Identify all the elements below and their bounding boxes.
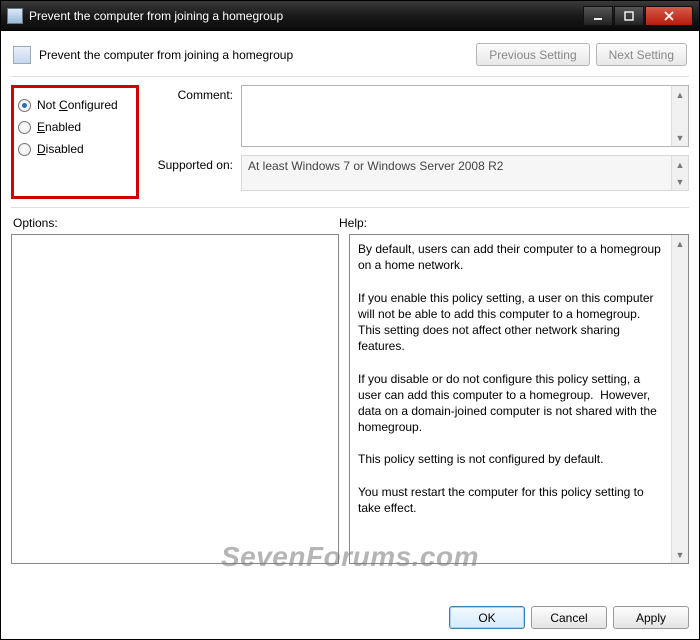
- maximize-button[interactable]: [614, 6, 644, 26]
- next-setting-button[interactable]: Next Setting: [596, 43, 687, 66]
- radio-not-configured-label: Not Configured: [37, 98, 118, 112]
- window-controls: [582, 6, 693, 26]
- scroll-up-icon: ▲: [672, 86, 688, 103]
- previous-setting-label: Previous Setting: [489, 48, 576, 62]
- scroll-down-icon: ▼: [672, 129, 688, 146]
- radio-icon: [18, 121, 31, 134]
- radio-not-configured[interactable]: Not Configured: [18, 94, 128, 116]
- supported-field: At least Windows 7 or Windows Server 200…: [241, 155, 689, 191]
- previous-setting-button[interactable]: Previous Setting: [476, 43, 589, 66]
- help-label: Help:: [339, 216, 367, 230]
- supported-value: At least Windows 7 or Windows Server 200…: [242, 156, 671, 190]
- scrollbar[interactable]: ▲ ▼: [671, 235, 688, 563]
- radio-disabled-label: Disabled: [37, 142, 84, 156]
- dialog-footer: OK Cancel Apply: [11, 596, 689, 629]
- policy-icon: [13, 46, 31, 64]
- next-setting-label: Next Setting: [609, 48, 674, 62]
- scrollbar[interactable]: ▲ ▼: [671, 156, 688, 190]
- apply-label: Apply: [636, 611, 666, 625]
- state-radio-group: Not Configured Enabled Disabled: [11, 85, 139, 199]
- minimize-button[interactable]: [583, 6, 613, 26]
- titlebar: Prevent the computer from joining a home…: [1, 1, 699, 31]
- scroll-down-icon: ▼: [672, 546, 688, 563]
- scroll-up-icon: ▲: [672, 235, 688, 252]
- scroll-down-icon: ▼: [672, 173, 688, 190]
- ok-button[interactable]: OK: [449, 606, 525, 629]
- help-panel: By default, users can add their computer…: [349, 234, 689, 564]
- radio-enabled[interactable]: Enabled: [18, 116, 128, 138]
- scrollbar[interactable]: ▲ ▼: [671, 86, 688, 146]
- maximize-icon: [624, 11, 634, 21]
- divider: [11, 207, 689, 208]
- options-panel: [11, 234, 339, 564]
- comment-label: Comment:: [151, 85, 241, 147]
- policy-title: Prevent the computer from joining a home…: [39, 48, 470, 62]
- header-row: Prevent the computer from joining a home…: [11, 39, 689, 76]
- apply-button[interactable]: Apply: [613, 606, 689, 629]
- options-label: Options:: [11, 216, 339, 230]
- radio-icon: [18, 143, 31, 156]
- radio-disabled[interactable]: Disabled: [18, 138, 128, 160]
- comment-field-wrap: ▲ ▼: [241, 85, 689, 147]
- close-button[interactable]: [645, 6, 693, 26]
- cancel-button[interactable]: Cancel: [531, 606, 607, 629]
- supported-label: Supported on:: [151, 155, 241, 191]
- help-text: By default, users can add their computer…: [350, 235, 671, 563]
- minimize-icon: [593, 11, 603, 21]
- radio-icon: [18, 99, 31, 112]
- window-title: Prevent the computer from joining a home…: [29, 9, 582, 23]
- comment-field[interactable]: [242, 86, 671, 146]
- app-icon: [7, 8, 23, 24]
- radio-enabled-label: Enabled: [37, 120, 81, 134]
- close-icon: [663, 11, 675, 21]
- scroll-up-icon: ▲: [672, 156, 688, 173]
- divider: [11, 76, 689, 77]
